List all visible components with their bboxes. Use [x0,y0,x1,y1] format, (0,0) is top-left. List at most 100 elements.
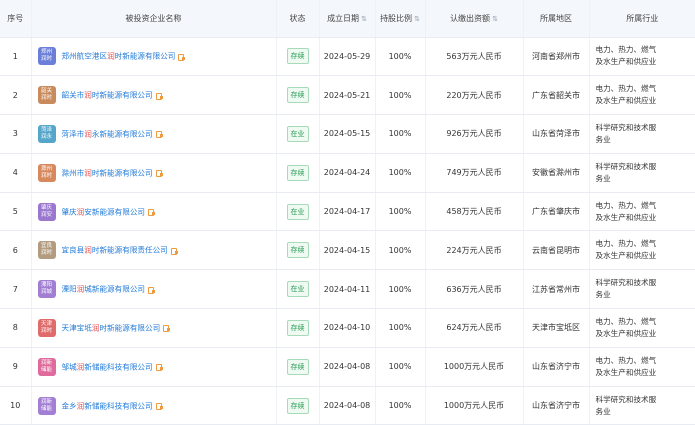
region-cell: 山东省济宁市 [523,347,590,387]
table-row[interactable]: 2 韶关 润时 韶关市润时新能源有限公司 存续 2024-05-21 100% 220万元人… [0,75,695,116]
table-row[interactable]: 10 润新 储能 金乡润新储能科技有限公司 存续 2024-04-08 100% 1000万… [0,386,695,425]
company-name-suffix: 新储能科技有限公司 [84,362,153,372]
sort-icon[interactable]: ⇅ [414,15,420,23]
company-name-link[interactable]: 滁州市润时新能源有限公司 [62,168,153,177]
company-name-prefix: 菏泽市 [61,129,85,139]
date-cell: 2024-05-29 [319,37,376,77]
status-badge: 在业 [286,203,309,220]
company-logo: 肇庆 润安 [37,202,56,221]
table-row[interactable]: 6 宜良 润时 宜良县润时新能源有限责任公司 存续 2024-04-15 100% 224万… [0,230,695,271]
company-name-link[interactable]: 金乡润新储能科技有限公司 [62,401,153,410]
company-cell: 宜良 润时 宜良县润时新能源有限责任公司 [31,230,277,271]
ratio-cell: 100% [375,269,426,310]
status-cell: 存续 [276,347,320,387]
status-cell: 存续 [276,75,320,116]
capital-cell: 563万元人民币 [425,37,524,77]
industry-cell: 电力、热力、燃气 及水生产和供应业 [589,37,695,77]
ratio-cell: 100% [375,192,426,232]
company-name-prefix: 邹城 [61,362,77,372]
external-link-icon[interactable] [155,169,163,178]
company-name-prefix: 溧阳 [61,284,77,294]
status-cell: 存续 [276,308,320,348]
company-name-link[interactable]: 肇庆润安新能源有限公司 [62,207,146,216]
status-badge: 存续 [286,48,309,65]
company-name-link[interactable]: 宜良县润时新能源有限责任公司 [62,246,168,255]
capital-cell: 224万元人民币 [425,230,524,271]
company-name-link[interactable]: 溧阳润城新能源有限公司 [62,285,146,294]
company-cell: 肇庆 润安 肇庆润安新能源有限公司 [31,192,277,232]
row-index: 6 [0,230,32,271]
capital-cell: 458万元人民币 [425,192,524,232]
sort-icon[interactable]: ⇅ [492,15,498,23]
table-row[interactable]: 5 肇庆 润安 肇庆润安新能源有限公司 在业 2024-04-17 100% 458万元人民… [0,192,695,232]
company-logo: 宜良 润时 [37,241,56,260]
header-index: 序号 [0,0,32,38]
table-row[interactable]: 1 郑州 润时 郑州航空港区润时新能源有限公司 存续 2024-05-29 100% 563… [0,37,695,77]
ratio-cell: 100% [375,37,426,77]
row-index: 4 [0,153,32,193]
company-cell: 菏泽 润永 菏泽市润永新能源有限公司 [31,114,277,154]
company-name-highlight: 润 [107,51,115,61]
status-cell: 存续 [276,153,320,193]
header-date[interactable]: 成立日期 ⇅ [319,0,376,38]
external-link-icon[interactable] [155,92,163,100]
industry-cell: 科学研究和技术服 务业 [589,114,695,154]
table-row[interactable]: 9 润新 储能 邹城润新储能科技有限公司 存续 2024-04-08 100% 1000万元… [0,347,695,387]
industry-cell: 电力、热力、燃气 及水生产和供应业 [589,75,695,116]
table-row[interactable]: 4 滁州 润时 滁州市润时新能源有限公司 存续 2024-04-24 100% 749万元人… [0,153,695,193]
capital-cell: 220万元人民币 [425,75,524,116]
region-cell: 山东省济宁市 [523,386,590,425]
header-capital[interactable]: 认缴出资额 ⇅ [425,0,524,38]
status-badge: 在业 [286,281,309,298]
company-name-prefix: 韶关市 [61,90,85,100]
company-name-link[interactable]: 菏泽市润永新能源有限公司 [62,129,153,138]
company-cell: 韶关 润时 韶关市润时新能源有限公司 [31,75,277,116]
company-cell: 滁州 润时 滁州市润时新能源有限公司 [31,153,277,193]
header-ratio[interactable]: 持股比例 ⇅ [375,0,426,38]
ratio-cell: 100% [375,308,426,348]
company-name-suffix: 新储能科技有限公司 [84,401,153,411]
industry-cell: 电力、热力、燃气 及水生产和供应业 [589,192,695,232]
external-link-icon[interactable] [148,208,156,217]
external-link-icon[interactable] [155,402,163,411]
capital-cell: 749万元人民币 [425,153,524,193]
company-name-suffix: 时新能源有限公司 [114,51,176,61]
industry-cell: 电力、热力、燃气 及水生产和供应业 [589,308,695,348]
external-link-icon[interactable] [155,363,163,372]
date-cell: 2024-04-17 [319,192,376,232]
header-region: 所属地区 [523,0,590,38]
external-link-icon[interactable] [163,324,171,333]
date-cell: 2024-04-15 [319,230,376,271]
status-badge: 在业 [286,125,309,142]
company-name-link[interactable]: 天津宝坻润时新能源有限公司 [62,323,161,332]
company-name-suffix: 安新能源有限公司 [84,207,146,217]
table-row[interactable]: 7 溧阳 润城 溧阳润城新能源有限公司 在业 2024-04-11 100% 636万元人民… [0,269,695,310]
table-row[interactable]: 3 菏泽 润永 菏泽市润永新能源有限公司 在业 2024-05-15 100% 926万元人… [0,114,695,154]
external-link-icon[interactable] [148,286,156,294]
status-badge: 存续 [286,319,309,336]
external-link-icon[interactable] [170,247,178,255]
industry-cell: 科学研究和技术服 务业 [589,386,695,425]
capital-cell: 1000万元人民币 [425,347,524,387]
sort-icon[interactable]: ⇅ [361,15,367,23]
ratio-cell: 100% [375,347,426,387]
status-badge: 存续 [286,242,309,259]
status-cell: 在业 [276,114,320,154]
company-name-link[interactable]: 郑州航空港区润时新能源有限公司 [62,52,176,61]
company-name-suffix: 永新能源有限公司 [91,129,153,139]
status-cell: 存续 [276,386,320,425]
ratio-cell: 100% [375,386,426,425]
date-cell: 2024-05-15 [319,114,376,154]
company-name-link[interactable]: 韶关市润时新能源有限公司 [62,91,153,100]
company-logo: 韶关 润时 [37,86,56,105]
company-logo: 郑州 润时 [37,47,56,66]
company-name-prefix: 滁州市 [61,168,85,178]
table-row[interactable]: 8 天津 润时 天津宝坻润时新能源有限公司 存续 2024-04-10 100% 624万元… [0,308,695,348]
company-name-prefix: 金乡 [61,401,77,411]
ratio-cell: 100% [375,75,426,116]
company-name-link[interactable]: 邹城润新储能科技有限公司 [62,362,153,371]
company-name-highlight: 润 [84,168,92,178]
external-link-icon[interactable] [178,53,186,61]
company-name-prefix: 天津宝坻 [61,323,92,333]
external-link-icon[interactable] [155,130,163,139]
